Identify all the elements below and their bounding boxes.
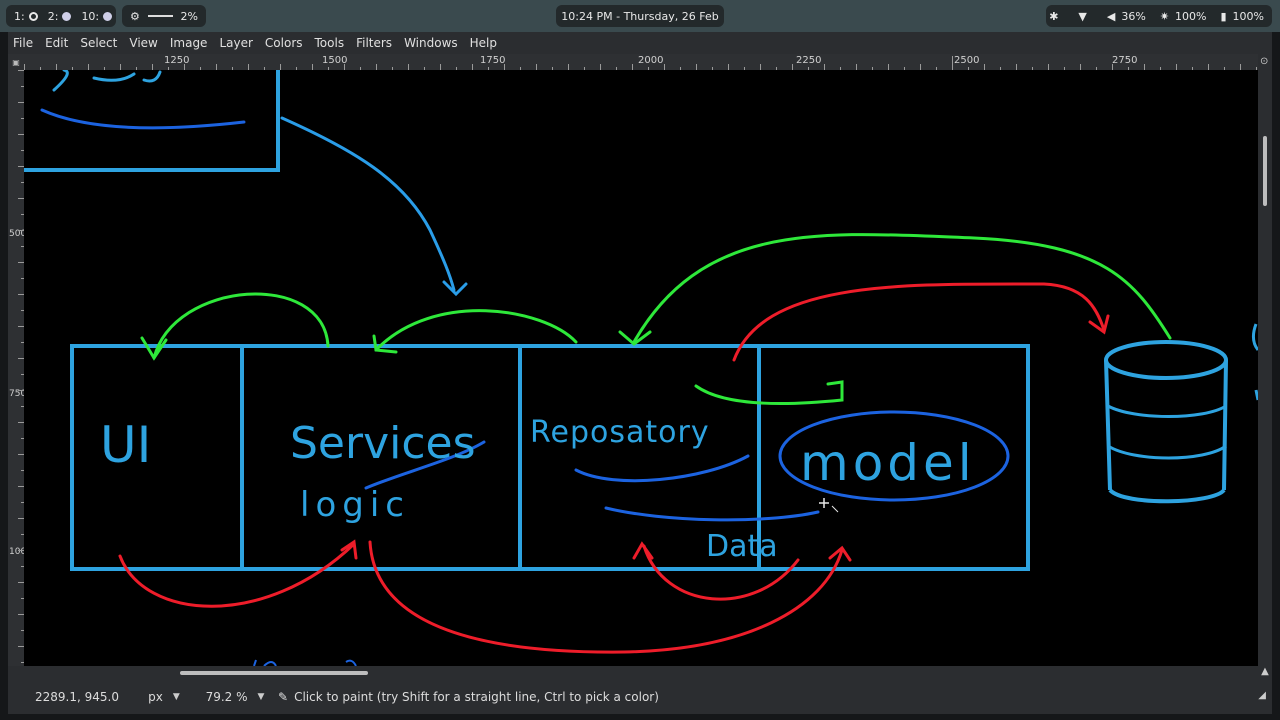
menu-select[interactable]: Select	[74, 36, 123, 50]
ruler-label: 1250	[164, 55, 190, 66]
ruler-label: 2250	[796, 55, 822, 66]
zoom-value: 79.2 %	[205, 690, 248, 704]
arrow-to-services	[280, 116, 468, 297]
vertical-scroll-thumb[interactable]	[1263, 136, 1267, 206]
brightness-icon: ✷	[1159, 9, 1170, 23]
paintbrush-icon: ✎	[278, 690, 289, 704]
clock-widget[interactable]: 10:24 PM - Thursday, 26 Feb	[556, 5, 724, 27]
crosshair-cursor	[819, 498, 839, 513]
unit-value: px	[148, 690, 163, 704]
workspace-10[interactable]: 10:	[81, 9, 113, 23]
volume-icon: ◀	[1106, 9, 1116, 23]
horizontal-scroll-thumb[interactable]	[180, 671, 368, 675]
workspace-occupied-indicator	[103, 11, 113, 21]
ruler-label: 750	[9, 389, 25, 399]
menu-help[interactable]: Help	[464, 36, 503, 50]
memory-usage-bar	[147, 15, 173, 17]
clock-text: 10:24 PM - Thursday, 26 Feb	[561, 9, 719, 23]
zoom-to-fit-icon[interactable]: ⊙	[1260, 56, 1268, 67]
ruler-label: 1750	[480, 55, 506, 66]
workspace-1[interactable]: 1:	[14, 10, 38, 23]
zoom-selector[interactable]: 79.2 % ▼	[200, 690, 270, 704]
pointer-coordinates: 2289.1, 945.0	[35, 690, 119, 704]
tool-hint: ✎ Click to paint (try Shift for a straig…	[278, 690, 659, 704]
battery-status[interactable]: ▮ 100%	[1220, 10, 1264, 23]
quick-mask-toggle[interactable]: ▣	[8, 54, 24, 70]
horizontal-ruler[interactable]: 1250 1500 1750 2000 2250 2500 2750	[24, 54, 1258, 71]
memory-widget[interactable]: ⚙ 2%	[122, 5, 206, 27]
menu-file[interactable]: File	[8, 36, 39, 50]
menu-view[interactable]: View	[123, 36, 163, 50]
system-tray: ✱ ▼ ◀ 36% ✷ 100% ▮ 100%	[1046, 5, 1272, 27]
vertical-scrollbar[interactable]: ⊙	[1258, 54, 1272, 666]
volume-status[interactable]: ◀ 36%	[1107, 10, 1146, 23]
unit-selector[interactable]: px ▼	[136, 690, 192, 704]
workspace-1-label: 1:	[14, 9, 25, 23]
bluetooth-status[interactable]: ✱	[1049, 10, 1064, 23]
label-logic: logic	[300, 485, 410, 525]
memory-percent: 2%	[180, 9, 198, 23]
memory-icon: ⚙	[130, 9, 140, 23]
wifi-status[interactable]: ▼	[1078, 10, 1092, 23]
menu-layer[interactable]: Layer	[213, 36, 258, 50]
label-services: Services	[290, 418, 476, 469]
volume-percent: 36%	[1121, 9, 1146, 23]
green-arrows	[140, 233, 1172, 405]
label-model: model	[800, 434, 976, 492]
ruler-label: 500	[9, 229, 25, 239]
top-left-box	[24, 70, 280, 172]
brightness-percent: 100%	[1175, 9, 1207, 23]
label-data: Data	[706, 529, 778, 564]
image-canvas[interactable]: UI Services logic Reposatory model Data	[24, 70, 1258, 666]
vertical-ruler[interactable]: 500 750 1000	[8, 70, 25, 666]
battery-icon: ▮	[1220, 9, 1227, 23]
bluetooth-icon: ✱	[1049, 9, 1059, 23]
menu-windows[interactable]: Windows	[398, 36, 464, 50]
label-repository: Reposatory	[530, 415, 710, 450]
status-bar: 2289.1, 945.0 px ▼ 79.2 % ▼ ✎ Click to p…	[8, 680, 1272, 714]
chevron-down-icon: ▼	[257, 692, 265, 702]
menu-bar: File Edit Select View Image Layer Colors…	[8, 32, 1272, 54]
hint-text: Click to paint (try Shift for a straight…	[294, 690, 659, 704]
wifi-icon: ▼	[1078, 9, 1087, 23]
ruler-tick	[952, 56, 953, 70]
workspace-occupied-indicator	[62, 11, 72, 21]
menu-edit[interactable]: Edit	[39, 36, 74, 50]
system-top-bar: 1: 2: 10: ⚙ 2% 10:24 PM - Thursday, 26 F…	[0, 0, 1280, 32]
horizontal-scrollbar[interactable]	[24, 666, 1258, 680]
ruler-label: 1000	[9, 547, 24, 557]
quick-mask-icon: ▣	[12, 57, 20, 67]
label-ui: UI	[100, 416, 151, 474]
brightness-status[interactable]: ✷ 100%	[1160, 10, 1207, 23]
workspace-2[interactable]: 2:	[48, 10, 72, 23]
gimp-window: File Edit Select View Image Layer Colors…	[8, 32, 1272, 714]
resize-grip-icon[interactable]: ◢	[1258, 690, 1266, 701]
workspace-10-label: 10:	[81, 9, 100, 23]
navigate-icon[interactable]: ▲	[1258, 666, 1272, 680]
workspace-switcher: 1: 2: 10:	[6, 5, 116, 27]
menu-image[interactable]: Image	[164, 36, 214, 50]
drawing-layer: UI Services logic Reposatory model Data	[24, 70, 1258, 666]
database-icon	[1104, 323, 1258, 504]
chevron-down-icon: ▼	[172, 692, 180, 702]
menu-tools[interactable]: Tools	[309, 36, 351, 50]
workspace-current-indicator	[28, 11, 38, 21]
battery-percent: 100%	[1232, 9, 1264, 23]
menu-filters[interactable]: Filters	[350, 36, 398, 50]
ruler-label: 2750	[1112, 55, 1138, 66]
ruler-label: 2000	[638, 55, 664, 66]
ruler-label: 2500	[954, 55, 980, 66]
workspace-2-label: 2:	[47, 9, 59, 23]
menu-colors[interactable]: Colors	[259, 36, 309, 50]
